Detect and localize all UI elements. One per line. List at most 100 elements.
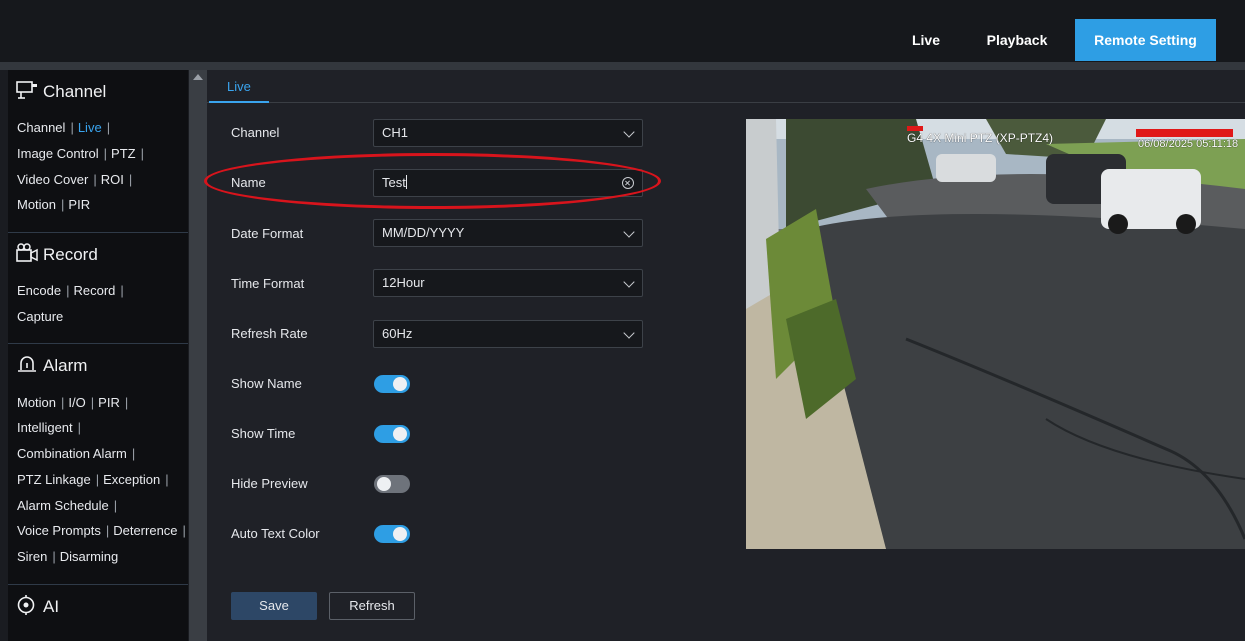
- sidebar-scrollbar[interactable]: [189, 70, 207, 641]
- name-input[interactable]: Test: [373, 169, 643, 197]
- section-record-label: Record: [43, 245, 98, 264]
- show-name-label: Show Name: [231, 376, 302, 391]
- preview-scene-image: [746, 119, 1245, 549]
- menu-row: Motion | PIR: [17, 197, 91, 212]
- section-ai-title[interactable]: AI: [16, 595, 59, 619]
- menu-siren[interactable]: Siren: [17, 549, 47, 564]
- menu-encode[interactable]: Encode: [17, 283, 61, 298]
- nav-remote-setting[interactable]: Remote Setting: [1075, 19, 1216, 61]
- channel-select[interactable]: CH1: [373, 119, 643, 147]
- menu-video-cover[interactable]: Video Cover: [17, 172, 88, 187]
- scroll-up-arrow-icon[interactable]: [193, 74, 203, 80]
- alarm-light-icon: [18, 356, 36, 372]
- menu-pir[interactable]: PIR: [68, 197, 90, 212]
- section-ai-label: AI: [43, 597, 60, 616]
- menu-roi[interactable]: ROI: [101, 172, 124, 187]
- ai-icon: [17, 595, 35, 615]
- name-value: Test: [382, 175, 406, 190]
- refresh-rate-value: 60Hz: [382, 326, 413, 341]
- section-alarm-label: Alarm: [43, 356, 88, 375]
- show-name-toggle[interactable]: [374, 375, 410, 393]
- menu-row: Siren | Disarming: [17, 549, 119, 564]
- menu-alarm-motion[interactable]: Motion: [17, 395, 56, 410]
- tab-bar: Live: [207, 70, 1245, 103]
- date-format-label: Date Format: [231, 226, 304, 241]
- show-time-label: Show Time: [231, 426, 296, 441]
- time-format-select[interactable]: 12Hour: [373, 269, 643, 297]
- time-format-label: Time Format: [231, 276, 305, 291]
- menu-row: Combination Alarm |: [17, 446, 136, 461]
- toggle-knob: [377, 477, 391, 491]
- menu-voice-prompts[interactable]: Voice Prompts: [17, 523, 101, 538]
- channel-label: Channel: [231, 125, 280, 140]
- menu-alarm-pir[interactable]: PIR: [98, 395, 120, 410]
- menu-intelligent[interactable]: Intelligent: [17, 420, 73, 435]
- save-button[interactable]: Save: [231, 592, 317, 620]
- menu-row: Intelligent |: [17, 420, 82, 435]
- auto-text-color-toggle[interactable]: [374, 525, 410, 543]
- refresh-rate-select[interactable]: 60Hz: [373, 320, 643, 348]
- name-label: Name: [231, 175, 266, 190]
- chevron-down-icon: [623, 126, 635, 138]
- menu-row: Channel | Live |: [17, 120, 111, 135]
- tab-live[interactable]: Live: [209, 70, 269, 103]
- nav-playback[interactable]: Playback: [972, 19, 1062, 61]
- section-channel-label: Channel: [43, 82, 107, 101]
- chevron-down-icon: [623, 226, 635, 238]
- menu-channel[interactable]: Channel: [17, 120, 65, 135]
- sidebar: Channel Channel | Live | Image Control | PTZ |…: [8, 70, 188, 641]
- section-alarm-title[interactable]: Alarm: [16, 354, 87, 378]
- menu-alarm-schedule[interactable]: Alarm Schedule: [17, 498, 109, 513]
- osd-camera-name: G4 4X Mini PTZ (XP-PTZ4): [907, 131, 1054, 145]
- menu-ptz[interactable]: PTZ: [111, 146, 136, 161]
- chevron-down-icon: [623, 327, 635, 339]
- section-divider: [8, 343, 188, 344]
- menu-exception[interactable]: Exception: [103, 472, 160, 487]
- clear-icon[interactable]: [622, 177, 634, 189]
- top-divider: [0, 62, 1245, 70]
- auto-text-color-label: Auto Text Color: [231, 526, 320, 541]
- menu-row: Capture: [17, 308, 63, 326]
- nav-live[interactable]: Live: [896, 19, 956, 61]
- menu-capture[interactable]: Capture: [17, 309, 63, 324]
- hide-preview-toggle[interactable]: [374, 475, 410, 493]
- show-time-toggle[interactable]: [374, 425, 410, 443]
- toggle-knob: [393, 427, 407, 441]
- video-camera-icon: [16, 243, 38, 262]
- menu-image-control[interactable]: Image Control: [17, 146, 99, 161]
- osd-red-mark: [1136, 129, 1233, 137]
- menu-live[interactable]: Live: [78, 120, 102, 135]
- hide-preview-label: Hide Preview: [231, 476, 308, 491]
- channel-value: CH1: [382, 125, 409, 140]
- menu-disarming[interactable]: Disarming: [60, 549, 119, 564]
- menu-ptz-linkage[interactable]: PTZ Linkage: [17, 472, 91, 487]
- section-divider: [8, 232, 188, 233]
- menu-combination-alarm[interactable]: Combination Alarm: [17, 446, 127, 461]
- toggle-knob: [393, 377, 407, 391]
- time-format-value: 12Hour: [382, 275, 425, 290]
- content-panel: Live Channel CH1 Name Test Date Format M…: [204, 70, 1245, 641]
- menu-deterrence[interactable]: Deterrence: [113, 523, 177, 538]
- date-format-select[interactable]: MM/DD/YYYY: [373, 219, 643, 247]
- menu-record[interactable]: Record: [73, 283, 115, 298]
- menu-row: Video Cover | ROI |: [17, 172, 133, 187]
- refresh-rate-label: Refresh Rate: [231, 326, 308, 341]
- osd-timestamp: 06/08/2025 05:11:18: [1138, 138, 1239, 150]
- date-format-value: MM/DD/YYYY: [382, 225, 465, 240]
- menu-io[interactable]: I/O: [68, 395, 85, 410]
- monitor-camera-icon: [16, 81, 37, 99]
- menu-row: PTZ Linkage | Exception |: [17, 472, 169, 487]
- section-channel-title[interactable]: Channel: [16, 80, 106, 104]
- toggle-knob: [393, 527, 407, 541]
- section-divider: [8, 584, 188, 585]
- menu-row: Image Control | PTZ |: [17, 146, 144, 161]
- menu-motion[interactable]: Motion: [17, 197, 56, 212]
- camera-preview: G4 4X Mini PTZ (XP-PTZ4) 06/08/2025 05:1…: [746, 119, 1245, 549]
- section-record-title[interactable]: Record: [16, 243, 98, 267]
- top-bar: Live Playback Remote Setting: [0, 0, 1245, 62]
- menu-row: Voice Prompts | Deterrence |: [17, 523, 186, 538]
- menu-row: Encode | Record |: [17, 283, 124, 298]
- text-caret: [405, 175, 407, 189]
- chevron-down-icon: [623, 276, 635, 288]
- refresh-button[interactable]: Refresh: [329, 592, 415, 620]
